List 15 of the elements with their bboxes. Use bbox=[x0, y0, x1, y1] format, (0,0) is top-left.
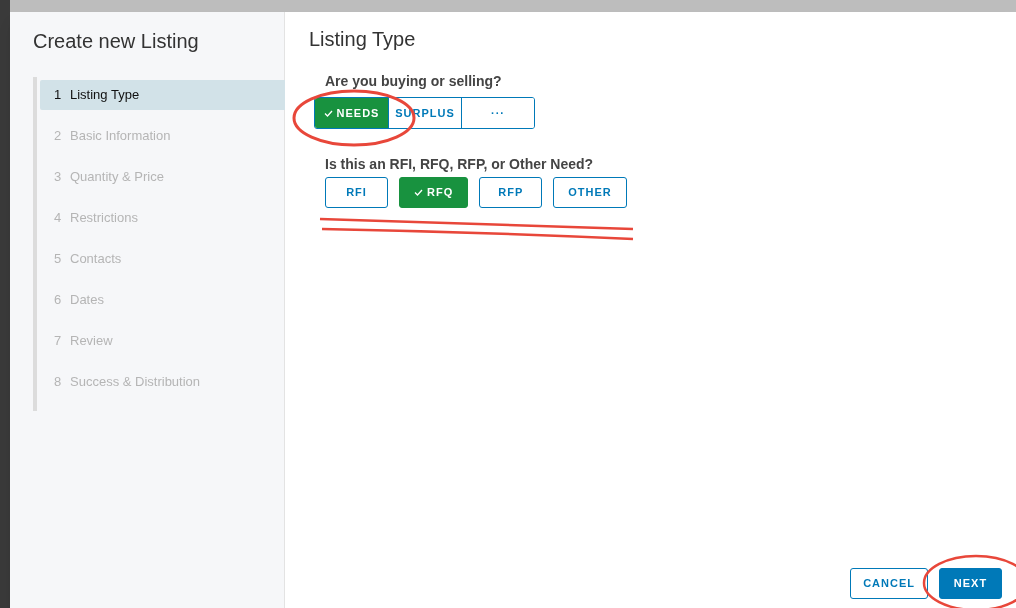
question-label: Is this an RFI, RFQ, RFP, or Other Need? bbox=[325, 155, 595, 173]
wizard-step[interactable]: 1 Listing Type bbox=[40, 80, 285, 110]
next-button[interactable]: NEXT bbox=[939, 568, 1002, 599]
option-button[interactable]: OTHER bbox=[553, 177, 627, 208]
option-button[interactable]: RFI bbox=[325, 177, 388, 208]
check-icon bbox=[323, 109, 333, 117]
question-label: Are you buying or selling? bbox=[325, 72, 503, 90]
option-button[interactable]: RFQ bbox=[399, 177, 469, 208]
option-button[interactable]: RFP bbox=[479, 177, 543, 208]
dialog-title: Create new Listing bbox=[33, 29, 200, 54]
page-title: Listing Type bbox=[309, 27, 417, 52]
cancel-button[interactable]: CANCEL bbox=[850, 568, 928, 599]
check-icon bbox=[414, 189, 423, 196]
option-button[interactable]: ··· bbox=[460, 98, 534, 128]
option-button[interactable]: NEEDS bbox=[315, 98, 388, 128]
